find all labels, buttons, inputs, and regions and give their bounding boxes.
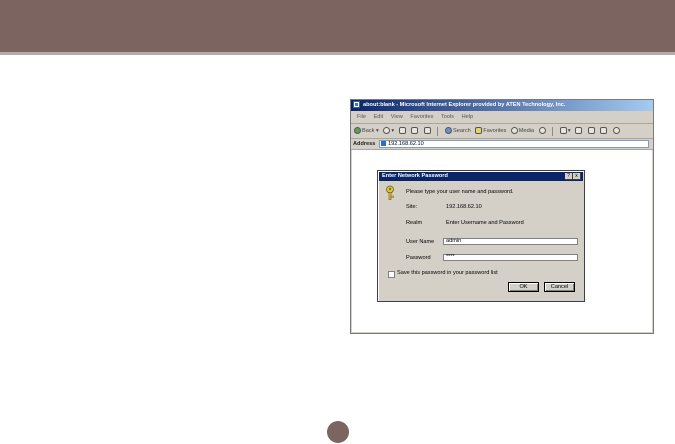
print-icon xyxy=(575,127,583,135)
back-button[interactable]: Back ▾ xyxy=(354,124,379,138)
realm-label: Realm xyxy=(406,220,423,226)
header-rule xyxy=(0,52,675,55)
menu-favorites[interactable]: Favorites xyxy=(410,114,433,120)
menu-tools[interactable]: Tools xyxy=(441,114,454,120)
site-value: 192.168.62.10 xyxy=(446,204,482,210)
toolbar-separator xyxy=(437,126,439,136)
discuss-button[interactable] xyxy=(600,124,608,138)
menu-help[interactable]: Help xyxy=(462,114,474,120)
home-icon xyxy=(423,127,431,135)
header-band xyxy=(0,0,675,52)
ok-button[interactable]: OK xyxy=(508,282,539,292)
favorites-icon xyxy=(475,127,483,135)
history-icon xyxy=(538,127,546,135)
browser-titlebar: about:blank - Microsoft Internet Explore… xyxy=(351,100,653,111)
forward-arrow-icon xyxy=(383,127,391,135)
edit-icon xyxy=(587,127,595,135)
save-password-checkbox[interactable] xyxy=(388,271,395,278)
page-icon xyxy=(381,141,386,147)
browser-content: Enter Network Password ? x Please type y… xyxy=(352,150,652,332)
address-bar: Address 192.168.62.10 xyxy=(351,139,653,150)
browser-window: about:blank - Microsoft Internet Explore… xyxy=(350,99,654,334)
close-button[interactable]: x xyxy=(573,173,581,180)
password-dialog: Enter Network Password ? x Please type y… xyxy=(377,170,585,302)
back-label: Back xyxy=(362,128,375,134)
home-button[interactable] xyxy=(423,124,432,138)
toolbar-separator xyxy=(552,126,554,136)
back-arrow-icon xyxy=(354,127,361,135)
messenger-icon xyxy=(612,127,620,135)
dialog-titlebar: Enter Network Password xyxy=(379,172,583,181)
favorites-button[interactable]: Favorites xyxy=(475,124,506,138)
address-value: 192.168.62.10 xyxy=(388,141,424,147)
discuss-icon xyxy=(600,127,608,135)
media-button[interactable]: Media xyxy=(510,124,535,138)
mail-icon xyxy=(559,127,567,135)
username-field[interactable]: admin xyxy=(443,238,578,245)
browser-toolbar: Back ▾ ▾ Search Favorites Media ▾ xyxy=(351,124,653,139)
history-button[interactable] xyxy=(538,124,547,138)
search-icon xyxy=(445,127,452,135)
dialog-title: Enter Network Password xyxy=(382,173,448,179)
ie-page-icon xyxy=(353,101,360,109)
forward-button[interactable]: ▾ xyxy=(383,124,394,138)
stop-button[interactable] xyxy=(398,124,407,138)
cancel-button[interactable]: Cancel xyxy=(544,282,575,292)
browser-title: about:blank - Microsoft Internet Explore… xyxy=(363,102,566,108)
media-icon xyxy=(510,127,518,135)
menu-edit[interactable]: Edit xyxy=(374,114,384,120)
address-label: Address xyxy=(353,141,376,147)
refresh-button[interactable] xyxy=(411,124,419,138)
username-label: User Name xyxy=(406,239,435,245)
dialog-prompt: Please type your user name and password. xyxy=(406,189,514,195)
realm-value: Enter Username and Password xyxy=(446,220,524,226)
browser-menubar: File Edit View Favorites Tools Help xyxy=(351,112,653,124)
favorites-label: Favorites xyxy=(483,128,507,134)
save-password-label: Save this password in your password list xyxy=(397,270,498,276)
site-label: Site: xyxy=(406,204,418,210)
password-label: Password xyxy=(406,255,431,261)
search-label: Search xyxy=(453,128,471,134)
page-number-dot xyxy=(327,421,349,443)
refresh-icon xyxy=(411,127,419,135)
username-value: admin xyxy=(446,238,462,244)
messenger-button[interactable] xyxy=(612,124,621,138)
edit-button[interactable] xyxy=(587,124,596,138)
key-icon xyxy=(386,185,394,200)
help-button[interactable]: ? xyxy=(565,173,573,180)
media-label: Media xyxy=(518,128,535,134)
menu-view[interactable]: View xyxy=(391,114,403,120)
address-field[interactable]: 192.168.62.10 xyxy=(379,140,649,148)
menu-file[interactable]: File xyxy=(357,114,366,120)
mail-button[interactable]: ▾ xyxy=(559,124,571,138)
print-button[interactable] xyxy=(575,124,583,138)
search-button[interactable]: Search xyxy=(445,124,471,138)
password-field[interactable]: **** xyxy=(443,254,578,261)
stop-icon xyxy=(398,127,406,135)
password-value: **** xyxy=(446,254,455,260)
